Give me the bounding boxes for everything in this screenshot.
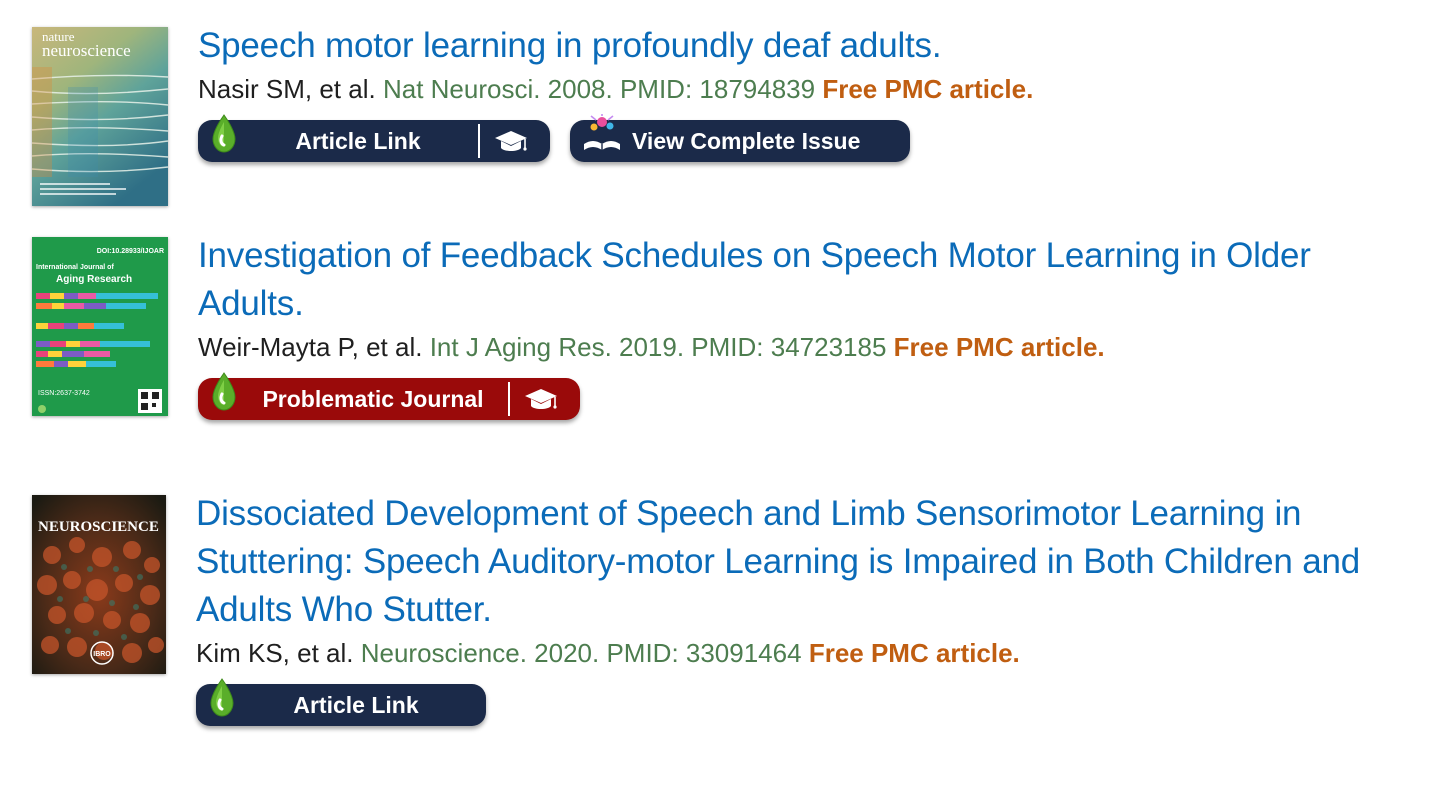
authors: Nasir SM, et al. bbox=[198, 74, 376, 104]
article-title-link[interactable]: Dissociated Development of Speech and Li… bbox=[196, 490, 1436, 634]
cover-text: IBRO bbox=[93, 651, 111, 658]
title-line: Stuttering: Speech Auditory-motor Learni… bbox=[196, 542, 1360, 581]
badge-row: Article Link View Complete Issue bbox=[198, 114, 1436, 166]
book-icon bbox=[584, 114, 620, 150]
badge-row: Problematic Journal bbox=[198, 372, 1436, 424]
graduation-cap-icon[interactable] bbox=[494, 128, 528, 154]
journal-citation: Int J Aging Res. 2019. PMID: 34723185 bbox=[429, 332, 887, 362]
cover-text: DOI:10.28933/IJOAR bbox=[97, 248, 164, 255]
free-pmc-badge[interactable]: Free PMC article. bbox=[822, 74, 1033, 104]
article-link-button[interactable]: Article Link bbox=[198, 114, 550, 162]
title-line: Adults Who Stutter. bbox=[196, 590, 492, 629]
drop-icon bbox=[211, 372, 237, 412]
cover-text: neuroscience bbox=[42, 41, 131, 60]
view-complete-issue-label: View Complete Issue bbox=[632, 128, 861, 154]
journal-citation: Nat Neurosci. 2008. PMID: 18794839 bbox=[382, 74, 816, 104]
title-line: Adults. bbox=[198, 284, 304, 323]
badge-row: Article Link bbox=[196, 678, 1436, 730]
citation-line: Kim KS, et al. Neuroscience. 2020. PMID:… bbox=[196, 636, 1436, 670]
cover-text: International Journal of bbox=[36, 264, 114, 271]
view-complete-issue-button[interactable]: View Complete Issue bbox=[570, 114, 910, 162]
problematic-journal-label: Problematic Journal bbox=[262, 386, 484, 412]
article-title-link[interactable]: Investigation of Feedback Schedules on S… bbox=[198, 232, 1436, 328]
badge-divider bbox=[508, 382, 510, 416]
title-line: Investigation of Feedback Schedules on S… bbox=[198, 236, 1311, 275]
article-title-link[interactable]: Speech motor learning in profoundly deaf… bbox=[198, 22, 1436, 70]
article-link-label: Article Link bbox=[293, 692, 419, 718]
cover-text: Aging Research bbox=[56, 274, 132, 285]
journal-citation: Neuroscience. 2020. PMID: 33091464 bbox=[360, 638, 802, 668]
citation-line: Weir-Mayta P, et al. Int J Aging Res. 20… bbox=[198, 330, 1436, 364]
drop-icon bbox=[209, 678, 235, 718]
cover-text: ISSN:2637-3742 bbox=[38, 390, 90, 397]
authors: Kim KS, et al. bbox=[196, 638, 354, 668]
article-link-button[interactable]: Article Link bbox=[196, 678, 486, 726]
graduation-cap-icon[interactable] bbox=[524, 386, 558, 412]
problematic-journal-button[interactable]: Problematic Journal bbox=[198, 372, 580, 420]
article-link-label: Article Link bbox=[295, 128, 421, 154]
journal-cover-image[interactable]: NEUROSCIENCE IBRO bbox=[32, 495, 166, 674]
badge-divider bbox=[478, 124, 480, 158]
cover-text: NEUROSCIENCE bbox=[38, 519, 159, 535]
journal-cover-image[interactable]: DOI:10.28933/IJOAR International Journal… bbox=[32, 237, 168, 416]
citation-line: Nasir SM, et al. Nat Neurosci. 2008. PMI… bbox=[198, 72, 1436, 106]
authors: Weir-Mayta P, et al. bbox=[198, 332, 423, 362]
free-pmc-badge[interactable]: Free PMC article. bbox=[809, 638, 1020, 668]
drop-icon bbox=[211, 114, 237, 154]
journal-cover-image[interactable]: nature neuroscience bbox=[32, 27, 168, 206]
title-line: Dissociated Development of Speech and Li… bbox=[196, 494, 1302, 533]
free-pmc-badge[interactable]: Free PMC article. bbox=[894, 332, 1105, 362]
